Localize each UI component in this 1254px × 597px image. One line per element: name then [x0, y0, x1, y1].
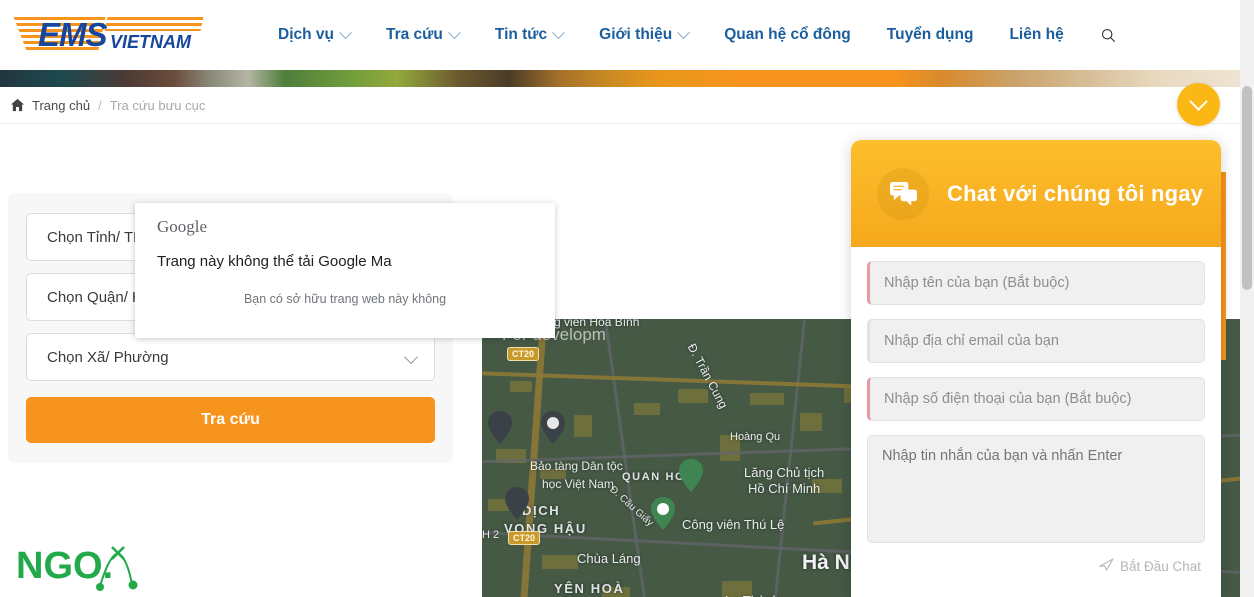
chevron-down-icon	[403, 349, 419, 365]
nav-item-tuyen-dung[interactable]: Tuyển dụng	[869, 15, 992, 55]
chat-name-placeholder: Nhập tên của bạn (Bắt buộc)	[884, 275, 1070, 291]
chat-phone-input[interactable]: Nhập số điện thoại của bạn (Bắt buộc)	[867, 377, 1205, 421]
chat-start-button[interactable]: Bắt Đầu Chat	[867, 558, 1205, 574]
page-scrollbar[interactable]	[1240, 0, 1254, 597]
nav-item-gioi-thieu[interactable]: Giới thiệu	[581, 15, 706, 55]
nav-label: Tin tức	[494, 26, 548, 43]
lookup-submit-button[interactable]: Tra cứu	[26, 397, 435, 443]
breadcrumb: Trang chủ / Tra cứu bưu cục	[0, 87, 1240, 124]
highway-shield: CT20	[508, 531, 541, 545]
breadcrumb-home-link[interactable]: Trang chủ	[32, 98, 90, 113]
nav-item-dich-vu[interactable]: Dịch vụ	[260, 15, 368, 55]
send-icon	[1098, 558, 1114, 574]
gmaps-error-message: Trang này không thể tải Google Ma	[157, 253, 392, 270]
map-label: Bảo tàng Dân tộc	[530, 459, 623, 473]
breadcrumb-current: Tra cứu bưu cục	[109, 97, 206, 113]
nav-item-tra-cuu[interactable]: Tra cứu	[368, 15, 477, 55]
nav-item-lien-he[interactable]: Liên hệ	[991, 15, 1081, 55]
home-icon[interactable]	[10, 98, 25, 112]
breadcrumb-separator: /	[98, 97, 102, 113]
map-pin[interactable]	[540, 411, 566, 445]
hero-banner-strip	[0, 70, 1240, 87]
scroll-down-button[interactable]	[1177, 83, 1220, 126]
map-pin[interactable]	[650, 497, 676, 531]
ward-select-value: Chọn Xã/ Phường	[47, 348, 169, 366]
nav-label: Dịch vụ	[278, 26, 334, 43]
chat-widget-body: Nhập tên của bạn (Bắt buộc) Nhập địa chỉ…	[851, 247, 1221, 574]
nav-label: Tra cứu	[385, 26, 443, 43]
site-header: EMS VIETNAM Dịch vụ Tra cứu Tin tức Giới…	[0, 0, 1240, 70]
ngo-logo: NGO.	[14, 534, 154, 594]
nav-label: Liên hệ	[1009, 26, 1064, 43]
map-label: YÊN HOÀ	[554, 581, 625, 596]
google-maps-error-dialog: Google Trang này không thể tải Google Ma…	[135, 203, 555, 338]
map-label: Hoàng Qu	[730, 431, 781, 443]
chat-widget-title: Chat với chúng tôi ngay	[947, 180, 1204, 206]
chat-phone-placeholder: Nhập số điện thoại của bạn (Bắt buộc)	[884, 391, 1132, 407]
map-label: học Việt Nam	[542, 477, 614, 491]
google-brand-label: Google	[157, 217, 208, 236]
map-label: Lăng Chủ tịch	[744, 465, 825, 480]
map-label: H 2	[482, 529, 500, 541]
logo-vietnam-text: VIETNAM	[110, 32, 191, 52]
nav-label: Quan hệ cổ đông	[724, 26, 851, 43]
chat-name-input[interactable]: Nhập tên của bạn (Bắt buộc)	[867, 261, 1205, 305]
ems-vietnam-logo[interactable]: EMS VIETNAM	[10, 12, 204, 58]
gmaps-error-sublink[interactable]: Bạn có sở hữu trang web này không	[157, 292, 533, 306]
chevron-down-icon	[552, 25, 566, 39]
nav-label: Tuyển dụng	[886, 26, 974, 43]
province-select-value: Chọn Tỉnh/ TP	[47, 228, 144, 246]
map-pin[interactable]	[678, 459, 704, 493]
ward-select[interactable]: Chọn Xã/ Phường	[26, 333, 435, 381]
search-icon[interactable]	[1096, 22, 1122, 48]
map-city-label: Hà N	[802, 551, 850, 574]
svg-text:NGO.: NGO.	[16, 545, 113, 587]
chat-message-textarea[interactable]	[867, 435, 1205, 543]
chat-bubbles-icon	[877, 167, 929, 220]
page-scrollbar-thumb[interactable]	[1242, 86, 1252, 290]
map-label: Hồ Chí Minh	[748, 481, 821, 496]
chat-widget: Chat với chúng tôi ngay Nhập tên của bạn…	[851, 140, 1221, 597]
chat-widget-header: Chat với chúng tôi ngay	[851, 140, 1221, 247]
main-navigation: Dịch vụ Tra cứu Tin tức Giới thiệu Quan …	[260, 15, 1122, 55]
highway-shield: CT20	[507, 347, 540, 361]
page-root: EMS VIETNAM Dịch vụ Tra cứu Tin tức Giới…	[0, 0, 1254, 597]
chevron-down-icon	[677, 25, 691, 39]
chat-start-label: Bắt Đầu Chat	[1119, 558, 1201, 574]
chevron-down-icon	[339, 25, 352, 39]
chevron-down-icon	[448, 25, 461, 39]
logo-ems-text: EMS	[38, 16, 108, 53]
chat-email-placeholder: Nhập địa chỉ email của bạn	[884, 333, 1059, 349]
map-label: Công viên Thú Lệ	[682, 517, 785, 532]
nav-label: Giới thiệu	[599, 26, 673, 43]
chat-email-input[interactable]: Nhập địa chỉ email của bạn	[867, 319, 1205, 363]
logo-stripes-right	[104, 17, 204, 31]
nav-item-quan-he-co-dong[interactable]: Quan hệ cổ đông	[706, 15, 869, 55]
map-label: Chùa Láng	[577, 551, 641, 566]
chevron-down-icon	[1189, 92, 1208, 111]
map-pin[interactable]	[504, 487, 530, 521]
nav-item-tin-tuc[interactable]: Tin tức	[477, 15, 581, 55]
map-pin[interactable]	[487, 411, 513, 445]
